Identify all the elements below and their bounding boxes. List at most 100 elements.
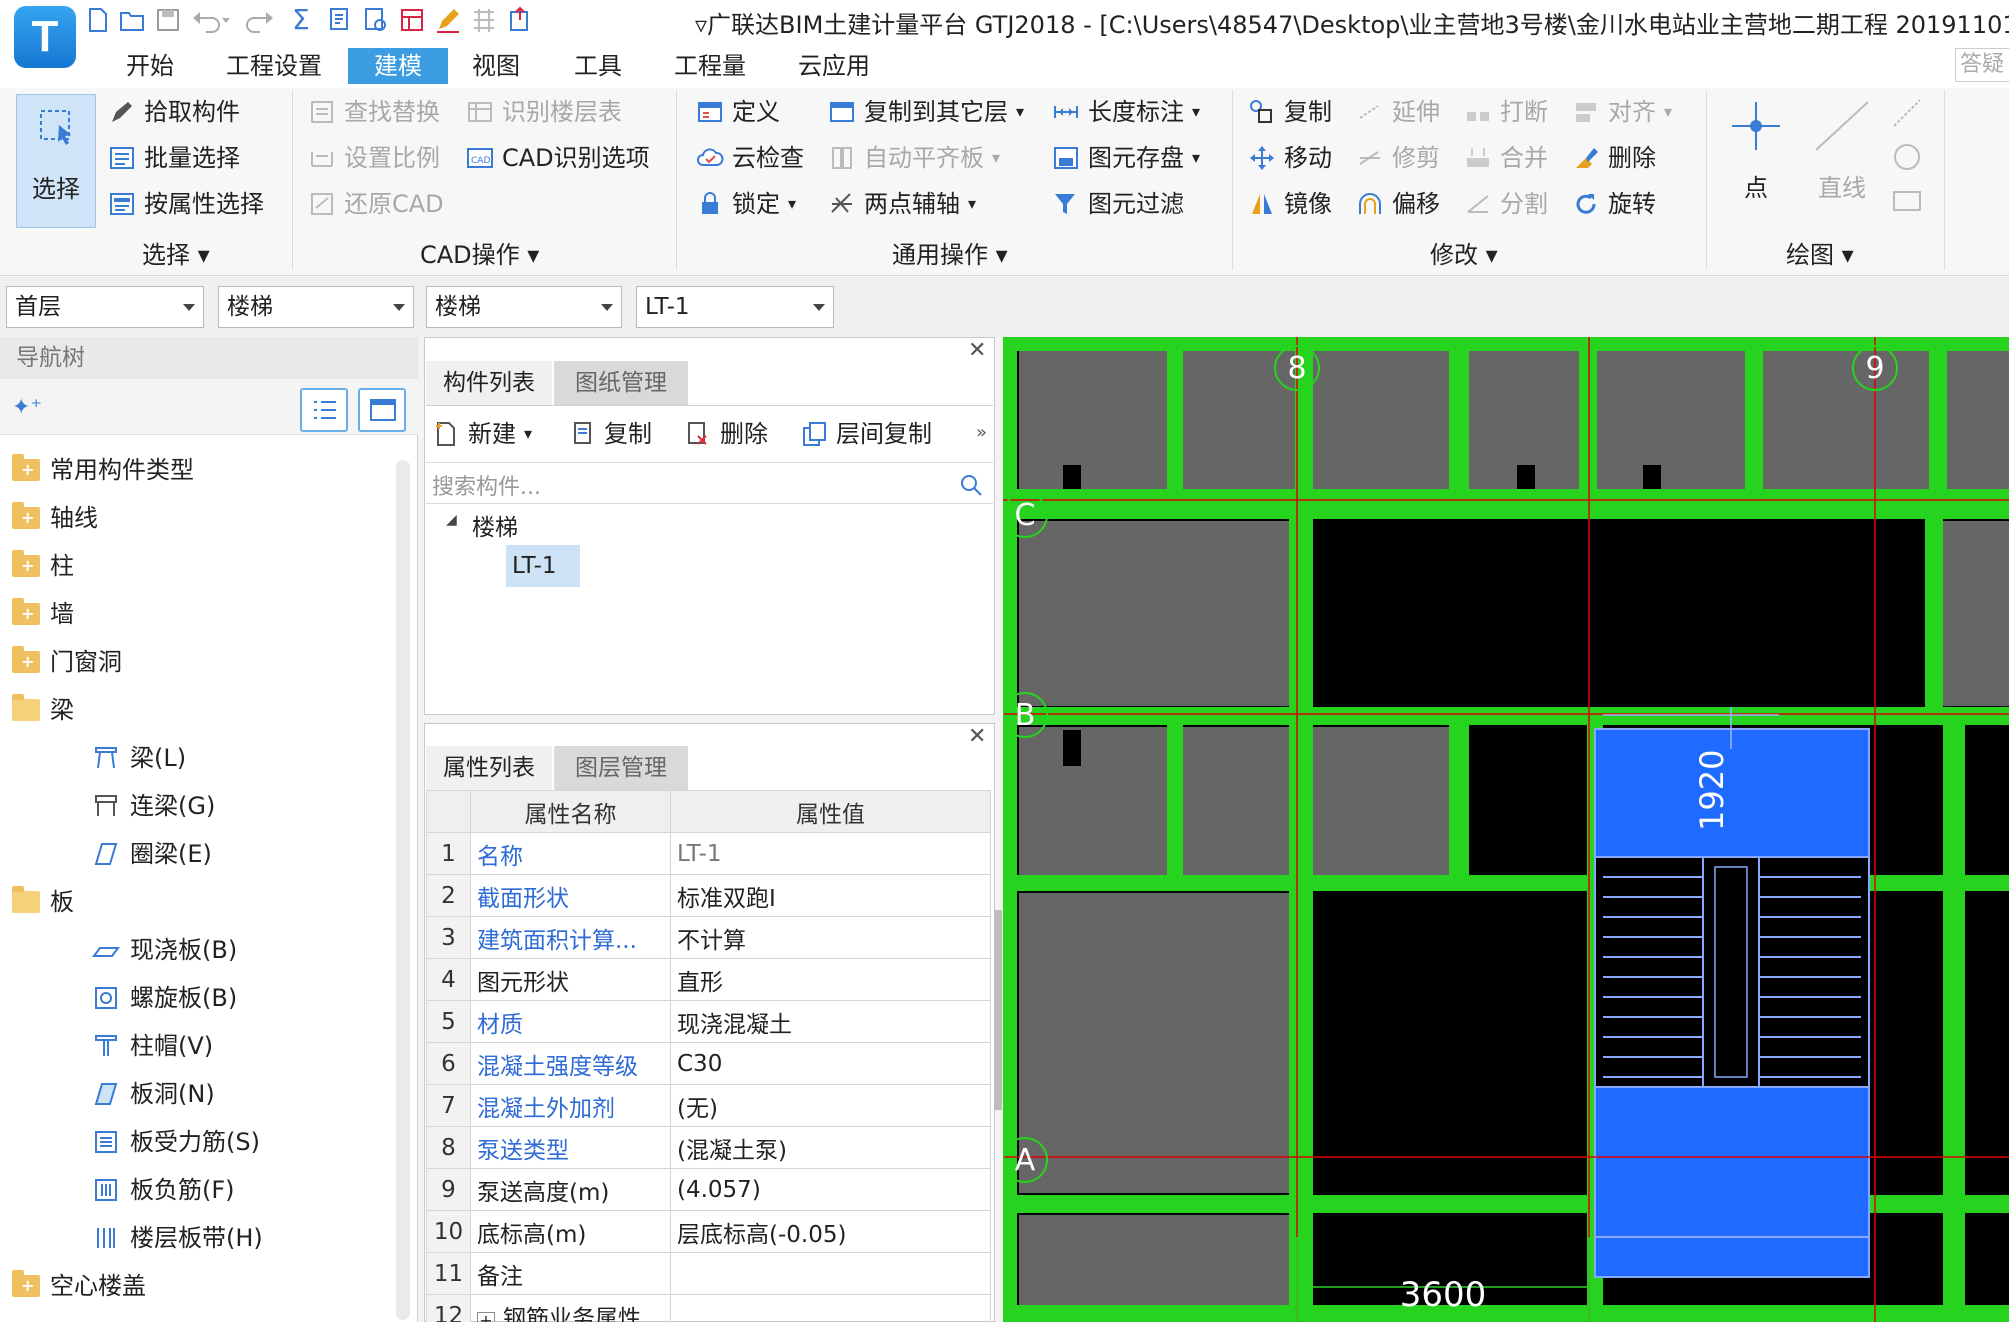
- property-row[interactable]: 4 图元形状 直形: [426, 958, 991, 1001]
- property-value[interactable]: [670, 1294, 991, 1322]
- report-icon[interactable]: [326, 6, 354, 34]
- tab-cloud[interactable]: 云应用: [798, 48, 870, 84]
- rotate-button[interactable]: 旋转: [1572, 186, 1656, 222]
- nav-item[interactable]: 圈梁(E): [0, 830, 390, 878]
- element-filter-button[interactable]: 图元过滤: [1052, 186, 1184, 222]
- panel-splitter[interactable]: [994, 910, 1002, 1110]
- line-draw-label[interactable]: 直线: [1818, 168, 1866, 203]
- property-value[interactable]: (无): [670, 1084, 991, 1127]
- point-draw-label[interactable]: 点: [1744, 168, 1768, 203]
- property-row[interactable]: 2 截面形状 标准双跑I: [426, 874, 991, 917]
- rect-draw-icon[interactable]: [1890, 184, 1924, 218]
- point-draw-icon[interactable]: [1726, 96, 1786, 156]
- group-modify-label[interactable]: 修改 ▾: [1430, 235, 1498, 270]
- cad-identify-options-button[interactable]: CAD CAD识别选项: [466, 140, 650, 176]
- property-row[interactable]: 11 备注: [426, 1252, 991, 1295]
- nav-item[interactable]: 梁(L): [0, 734, 390, 782]
- tab-modeling[interactable]: 建模: [348, 48, 448, 84]
- property-row[interactable]: 6 混凝土强度等级 C30: [426, 1042, 991, 1085]
- group-draw-label[interactable]: 绘图 ▾: [1786, 235, 1854, 270]
- property-value[interactable]: 现浇混凝土: [670, 1000, 991, 1043]
- define-button[interactable]: 定义: [696, 94, 780, 130]
- close-property-panel-icon[interactable]: ✕: [968, 724, 986, 749]
- select-by-attribute-button[interactable]: 按属性选择: [108, 186, 264, 222]
- nav-item[interactable]: + 门窗洞: [0, 638, 390, 686]
- nav-item[interactable]: 现浇板(B): [0, 926, 390, 974]
- property-value[interactable]: 层底标高(-0.05): [670, 1210, 991, 1253]
- copy-button[interactable]: 复制: [1248, 94, 1332, 130]
- save-element-button[interactable]: 图元存盘 ▾: [1052, 140, 1200, 176]
- group-cad-label[interactable]: CAD操作 ▾: [420, 235, 539, 270]
- nav-item[interactable]: 梁: [0, 686, 390, 734]
- align-button[interactable]: 对齐 ▾: [1572, 94, 1672, 130]
- property-row[interactable]: 1 名称 LT-1: [426, 832, 991, 875]
- nav-item[interactable]: + 空心楼盖: [0, 1262, 390, 1310]
- nav-scrollbar[interactable]: [396, 460, 410, 1320]
- copy-to-other-floor-button[interactable]: 复制到其它层 ▾: [828, 94, 1024, 130]
- grid-icon[interactable]: [470, 6, 498, 34]
- tree-item-lt1[interactable]: LT-1: [506, 545, 580, 587]
- mirror-button[interactable]: 镜像: [1248, 186, 1332, 222]
- add-custom-icon[interactable]: ✦⁺: [12, 395, 42, 420]
- search-icon[interactable]: [959, 473, 983, 497]
- extend-button[interactable]: 延伸: [1356, 94, 1440, 130]
- restore-cad-button[interactable]: 还原CAD: [308, 186, 444, 222]
- expand-icon[interactable]: +: [477, 1311, 495, 1322]
- type-selector[interactable]: 楼梯: [426, 286, 622, 328]
- auto-align-slab-button[interactable]: 自动平齐板 ▾: [828, 140, 1000, 176]
- floor-plan-drawing[interactable]: 8 9 C B A 1920 3600: [1003, 337, 2009, 1322]
- tab-property-list[interactable]: 属性列表: [426, 746, 552, 790]
- nav-item[interactable]: 板受力筋(S): [0, 1118, 390, 1166]
- tab-view[interactable]: 视图: [472, 48, 520, 84]
- tree-root-stairs[interactable]: 楼梯: [472, 508, 518, 542]
- nav-item[interactable]: 柱帽(V): [0, 1022, 390, 1070]
- cloud-check-button[interactable]: 云检查: [696, 140, 804, 176]
- list-view-button[interactable]: [300, 388, 348, 432]
- batch-select-button[interactable]: 批量选择: [108, 140, 240, 176]
- property-value[interactable]: 标准双跑I: [670, 874, 991, 917]
- table-icon[interactable]: [398, 6, 426, 34]
- delete-button[interactable]: 删除: [1572, 140, 1656, 176]
- find-report-icon[interactable]: [362, 6, 390, 34]
- property-row[interactable]: 3 建筑面积计算... 不计算: [426, 916, 991, 959]
- component-selector[interactable]: LT-1: [636, 286, 834, 328]
- length-dimension-button[interactable]: 长度标注 ▾: [1052, 94, 1200, 130]
- property-row[interactable]: 9 泵送高度(m) (4.057): [426, 1168, 991, 1211]
- property-value[interactable]: (4.057): [670, 1168, 991, 1211]
- arc-draw-icon[interactable]: [1890, 96, 1924, 130]
- open-folder-icon[interactable]: [118, 6, 146, 34]
- close-component-panel-icon[interactable]: ✕: [968, 338, 986, 363]
- nav-item[interactable]: 连梁(G): [0, 782, 390, 830]
- search-box[interactable]: 答疑: [1955, 48, 2009, 82]
- nav-item[interactable]: + 柱: [0, 542, 390, 590]
- tab-quantities[interactable]: 工程量: [674, 48, 746, 84]
- nav-item[interactable]: + 常用构件类型: [0, 446, 390, 494]
- nav-item[interactable]: 板洞(N): [0, 1070, 390, 1118]
- tab-project-settings[interactable]: 工程设置: [226, 48, 322, 84]
- circle-draw-icon[interactable]: [1890, 140, 1924, 174]
- edit-pen-icon[interactable]: [434, 6, 462, 34]
- group-select-label[interactable]: 选择 ▾: [142, 235, 210, 270]
- drawing-canvas[interactable]: 8 9 C B A 1920 3600: [1003, 337, 2009, 1322]
- property-row[interactable]: 7 混凝土外加剂 (无): [426, 1084, 991, 1127]
- copy-component-button[interactable]: 复制: [568, 416, 652, 452]
- tab-start[interactable]: 开始: [126, 48, 174, 84]
- find-replace-button[interactable]: 查找替换: [308, 94, 440, 130]
- pick-component-button[interactable]: 拾取构件: [108, 94, 240, 130]
- export-icon[interactable]: [506, 6, 534, 34]
- interfloor-copy-button[interactable]: 层间复制: [800, 416, 932, 452]
- nav-item[interactable]: 板: [0, 878, 390, 926]
- move-button[interactable]: 移动: [1248, 140, 1332, 176]
- break-button[interactable]: 打断: [1464, 94, 1548, 130]
- new-file-icon[interactable]: [84, 6, 112, 34]
- property-value[interactable]: LT-1: [670, 832, 991, 875]
- card-view-button[interactable]: [358, 388, 406, 432]
- lock-button[interactable]: 锁定 ▾: [696, 186, 796, 222]
- property-row[interactable]: 10 底标高(m) 层底标高(-0.05): [426, 1210, 991, 1253]
- save-icon[interactable]: [154, 6, 182, 34]
- tab-layer-management[interactable]: 图层管理: [554, 746, 688, 790]
- more-toolbar-icon[interactable]: »: [976, 422, 987, 443]
- new-component-button[interactable]: 新建 ▾: [432, 416, 532, 452]
- nav-item[interactable]: + 轴线: [0, 494, 390, 542]
- nav-item[interactable]: + 墙: [0, 590, 390, 638]
